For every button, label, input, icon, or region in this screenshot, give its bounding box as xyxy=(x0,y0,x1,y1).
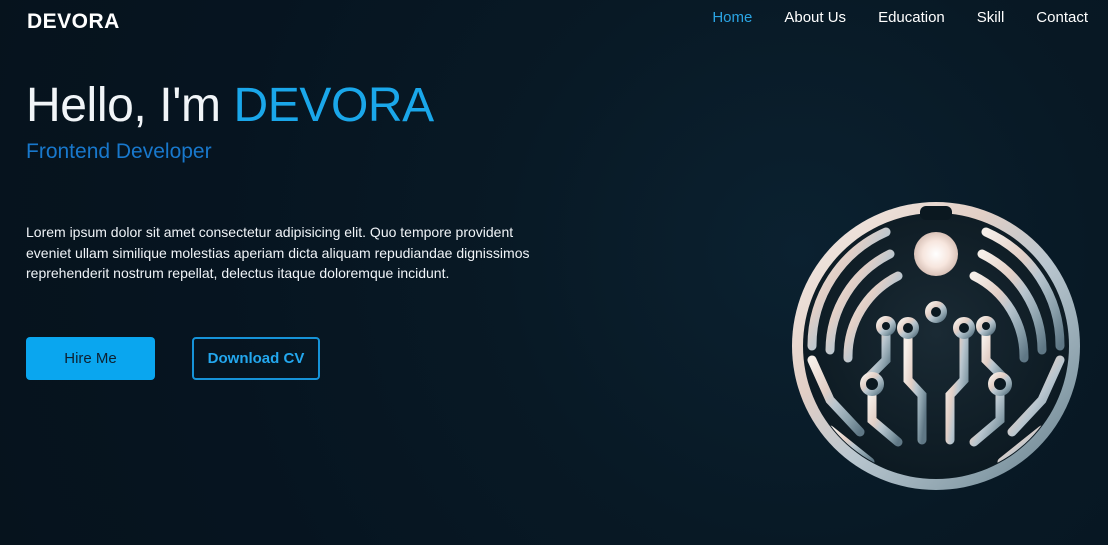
hero-description: Lorem ipsum dolor sit amet consectetur a… xyxy=(26,224,530,281)
main-nav: Home About Us Education Skill Contact xyxy=(712,9,1088,26)
hero-section: Hello, I'm DEVORA Frontend Developer xyxy=(26,78,566,164)
hero-subtitle: Frontend Developer xyxy=(26,140,212,163)
hero-greeting: Hello, I'm xyxy=(26,79,234,132)
nav-contact-link[interactable]: Contact xyxy=(1036,9,1088,26)
nav-education-link[interactable]: Education xyxy=(878,9,945,26)
hero-title: Hello, I'm DEVORA xyxy=(26,78,566,134)
nav-home-link[interactable]: Home xyxy=(712,9,752,26)
hire-me-button[interactable]: Hire Me xyxy=(26,337,155,380)
nav-skill-link[interactable]: Skill xyxy=(977,9,1005,26)
circuit-tree-logo-icon xyxy=(792,202,1080,490)
site-logo[interactable]: DEVORA xyxy=(27,10,120,34)
hero-name: DEVORA xyxy=(233,79,434,132)
nav-about-link[interactable]: About Us xyxy=(784,9,846,26)
download-cv-button[interactable]: Download CV xyxy=(192,337,320,380)
page: DEVORA Home About Us Education Skill Con… xyxy=(0,0,1108,545)
